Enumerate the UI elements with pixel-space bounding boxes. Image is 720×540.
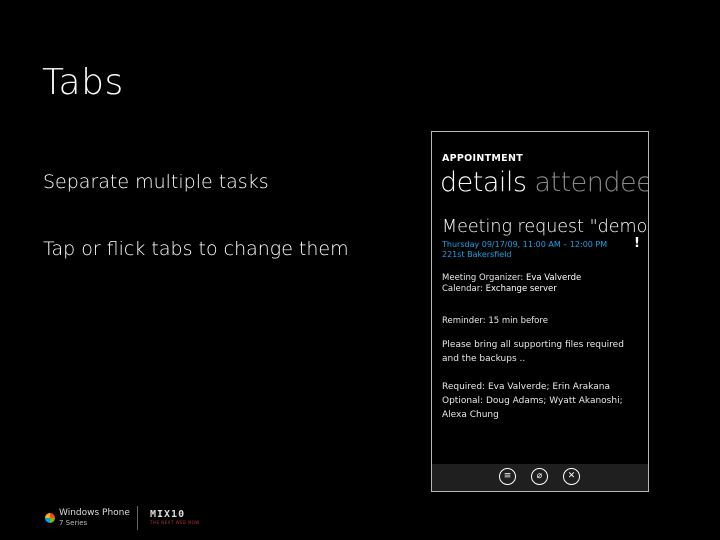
calendar-value: Exchange server [485,284,557,294]
slide-title: Tabs [42,62,124,103]
bullet-separate-tasks: Separate multiple tasks [43,171,269,193]
app-title: APPOINTMENT [442,153,523,164]
meeting-subject: Meeting request "demo [442,217,648,237]
event-name: MIX10 [150,509,186,520]
phone-screen: APPOINTMENT details attendee Meeting requ… [431,131,649,492]
event-tagline: THE NEXT WEB NOW [150,520,200,525]
footer-divider [137,506,138,530]
calendar-label: Calendar: [442,284,483,294]
meeting-location[interactable]: 221st Bakersfield [442,250,512,259]
pivot-tabs: details attendee [440,167,648,198]
windows-flag-icon [45,513,55,523]
meeting-body: Please bring all supporting files requir… [442,340,624,364]
organizer-label: Meeting Organizer: [442,273,524,283]
attach-icon[interactable]: ⌀ [531,468,548,485]
tab-details[interactable]: details [440,167,527,198]
brand-text: Windows Phone 7 Series [59,508,130,528]
bullet-tap-flick-tabs: Tap or flick tabs to change them [43,238,349,260]
close-icon[interactable]: ✕ [563,468,580,485]
importance-icon: ! [634,236,640,251]
organizer-line: Meeting Organizer: Eva Valverde [442,273,581,283]
brand-series: 7 Series [59,519,88,527]
attendee-list: Required: Eva Valverde; Erin Arakana Opt… [442,382,623,420]
reminder: Reminder: 15 min before [442,316,548,326]
app-bar: ≡ ⌀ ✕ [432,464,648,491]
calendar-line: Calendar: Exchange server [442,284,557,294]
tab-attendee[interactable]: attendee [534,167,648,198]
organizer-value[interactable]: Eva Valverde [526,273,581,283]
brand-name: Windows Phone [59,508,130,518]
mix10-logo: MIX10 THE NEXT WEB NOW [150,509,200,525]
meeting-time: Thursday 09/17/09, 11:00 AM – 12:00 PM [442,240,608,249]
windows-phone-logo: Windows Phone 7 Series [45,508,130,528]
respond-icon[interactable]: ≡ [499,468,516,485]
